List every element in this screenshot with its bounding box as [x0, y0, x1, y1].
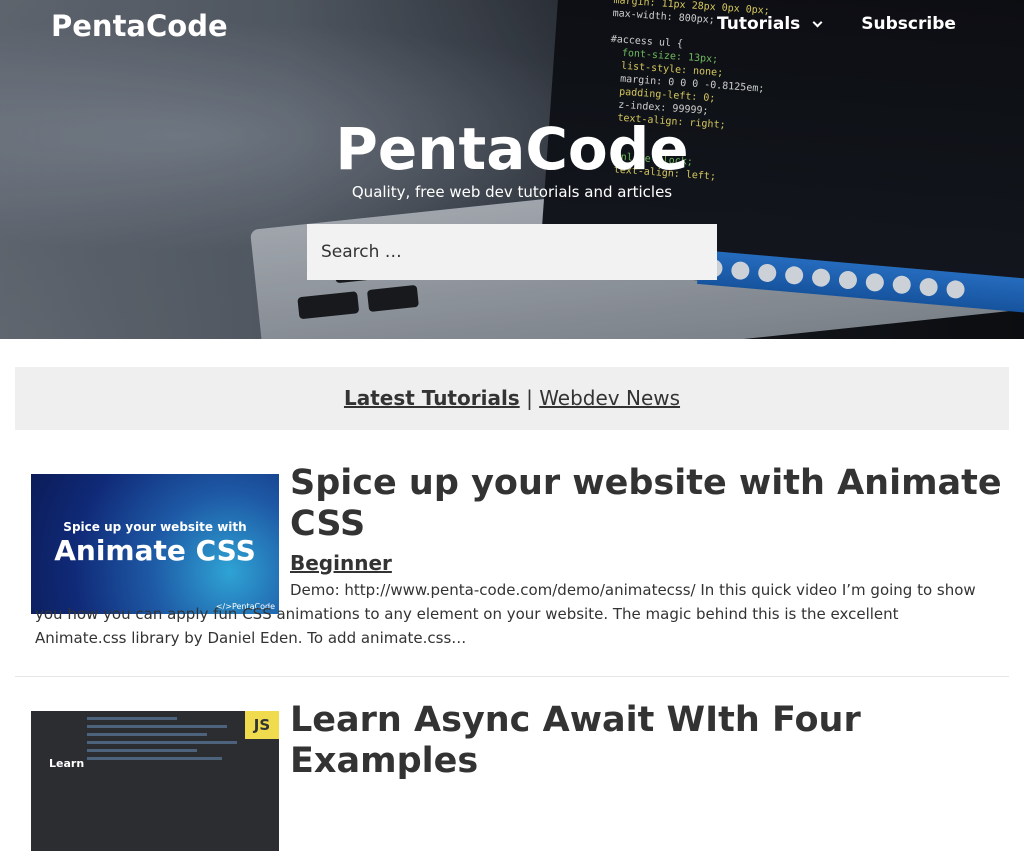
article-level-link[interactable]: Beginner	[290, 551, 392, 575]
divider	[15, 676, 1009, 677]
nav-item-tutorials[interactable]: Tutorials	[717, 14, 823, 34]
tab-webdev-news[interactable]: Webdev News	[539, 386, 680, 410]
tutorial-tabs: Latest Tutorials | Webdev News	[15, 367, 1009, 430]
js-badge: JS	[245, 711, 279, 739]
article-card: Spice up your website with Animate CSS <…	[15, 463, 1009, 665]
site-title[interactable]: PentaCode	[51, 9, 228, 43]
article-title[interactable]: Spice up your website with Animate CSS	[290, 463, 1005, 545]
tab-separator: |	[526, 386, 533, 410]
article-card: JS Learn Learn Async Await WIth Four Exa…	[15, 700, 1009, 851]
nav-item-label: Tutorials	[717, 14, 801, 34]
main-nav: Tutorials Subscribe	[717, 14, 956, 34]
thumbnail-caption: Learn	[49, 757, 85, 770]
article-thumbnail[interactable]: JS Learn	[31, 711, 279, 851]
article-excerpt: Demo: http://www.penta-code.com/demo/ani…	[35, 581, 976, 647]
hero-tagline: Quality, free web dev tutorials and arti…	[351, 183, 673, 201]
nav-item-subscribe[interactable]: Subscribe	[861, 14, 956, 34]
chevron-down-icon	[812, 17, 823, 27]
hero-banner: margin: 11px 28px 0px 0px; max-width: 800…	[0, 0, 1024, 339]
article-title[interactable]: Learn Async Await WIth Four Examples	[290, 700, 1005, 782]
hero-title: PentaCode	[335, 115, 689, 183]
thumbnail-title: Animate CSS	[54, 534, 256, 567]
search-input[interactable]	[307, 224, 717, 280]
thumbnail-caption: Spice up your website with	[63, 520, 247, 534]
tab-latest-tutorials[interactable]: Latest Tutorials	[344, 386, 520, 410]
